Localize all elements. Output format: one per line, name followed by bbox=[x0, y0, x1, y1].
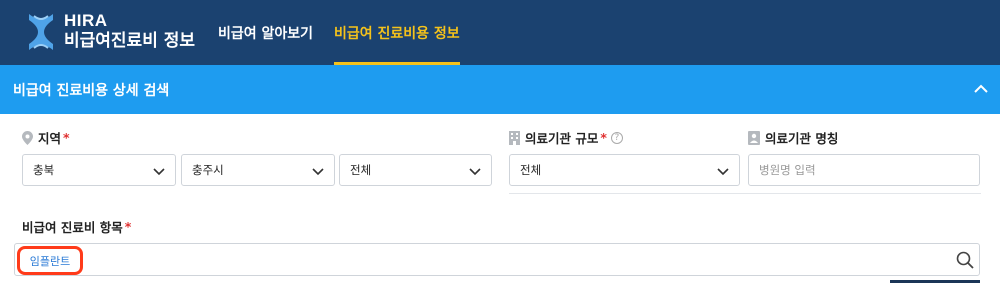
city-select[interactable]: 충주시 bbox=[181, 154, 335, 186]
chevron-down-icon bbox=[469, 168, 481, 176]
district-value: 전체 bbox=[350, 163, 372, 177]
chevron-down-icon bbox=[153, 168, 165, 176]
item-tag-label: 임플란트 bbox=[29, 254, 71, 268]
district-select[interactable]: 전체 bbox=[339, 154, 492, 186]
top-header: HIRA 비급여진료비 정보 비급여 알아보기 비급여 진료비용 정보 bbox=[0, 0, 1000, 65]
chevron-down-icon bbox=[312, 168, 324, 176]
panel-title: 비급여 진료비용 상세 검색 bbox=[13, 83, 170, 99]
hira-logo-icon bbox=[29, 14, 53, 50]
required-mark: * bbox=[63, 130, 70, 145]
city-value: 충주시 bbox=[192, 163, 224, 177]
facility-name-input[interactable]: 병원명 입력 bbox=[748, 154, 980, 186]
brand-title[interactable]: HIRA 비급여진료비 정보 bbox=[64, 12, 195, 52]
required-mark: * bbox=[600, 130, 607, 145]
building-icon bbox=[509, 130, 520, 145]
nav-item-label: 비급여 알아보기 bbox=[218, 25, 314, 42]
region-label-text: 지역 bbox=[38, 131, 62, 146]
province-select[interactable]: 충북 bbox=[22, 154, 176, 186]
facility-size-select[interactable]: 전체 bbox=[509, 154, 740, 186]
facility-size-label-text: 의료기관 규모 bbox=[525, 131, 599, 146]
region-label: 지역 * bbox=[22, 128, 70, 147]
item-label: 비급여 진료비 항목 * bbox=[22, 217, 131, 236]
nav-item-about[interactable]: 비급여 알아보기 bbox=[218, 0, 313, 65]
item-tag-implant[interactable]: 임플란트 bbox=[17, 246, 83, 275]
required-mark: * bbox=[124, 219, 132, 234]
detail-search-bar[interactable]: 비급여 진료비용 상세 검색 bbox=[0, 65, 1000, 114]
search-icon[interactable] bbox=[955, 250, 975, 270]
brand-subtitle: 비급여진료비 정보 bbox=[64, 31, 196, 51]
facility-size-label: 의료기관 규모 * ? bbox=[509, 128, 623, 147]
brand-hira: HIRA bbox=[64, 11, 108, 30]
nav-item-cost-info[interactable]: 비급여 진료비용 정보 bbox=[334, 0, 460, 65]
location-pin-icon bbox=[22, 130, 33, 145]
facility-size-value: 전체 bbox=[520, 163, 542, 177]
facility-name-label-text: 의료기관 명칭 bbox=[765, 131, 839, 146]
province-value: 충북 bbox=[33, 163, 55, 177]
nav-item-label: 비급여 진료비용 정보 bbox=[334, 25, 460, 42]
facility-name-placeholder: 병원명 입력 bbox=[759, 163, 816, 177]
id-card-icon bbox=[748, 130, 760, 145]
facility-name-label: 의료기관 명칭 bbox=[748, 128, 838, 147]
item-search-input[interactable] bbox=[14, 243, 980, 276]
divider bbox=[509, 193, 981, 194]
chevron-down-icon bbox=[717, 168, 729, 176]
item-label-text: 비급여 진료비 항목 bbox=[22, 220, 123, 235]
chevron-up-icon[interactable] bbox=[972, 80, 990, 98]
question-circle-icon[interactable]: ? bbox=[610, 131, 623, 144]
